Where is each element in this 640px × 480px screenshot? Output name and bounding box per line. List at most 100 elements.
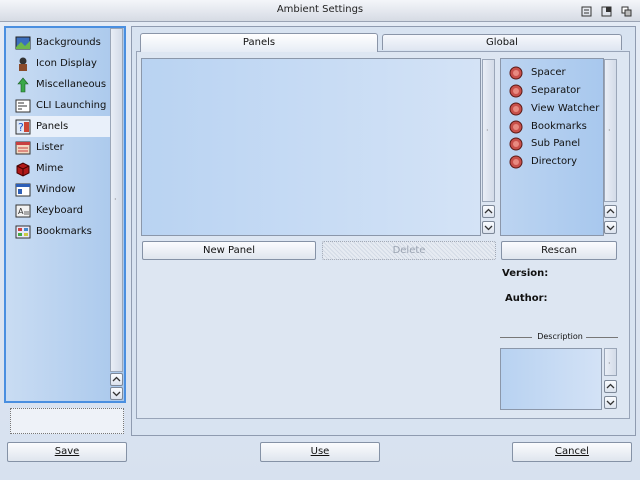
category-item-cli-launching[interactable]: CLI Launching	[10, 95, 110, 116]
title-bar: Ambient Settings	[0, 0, 640, 22]
plugin-label: Sub Panel	[531, 138, 581, 149]
plugin-bulb-icon	[509, 66, 523, 79]
category-label: Icon Display	[36, 58, 97, 69]
save-button-label: Save	[54, 446, 80, 457]
category-label: Panels	[36, 121, 69, 132]
cancel-button-label: Cancel	[555, 446, 589, 457]
category-item-keyboard[interactable]: A Keyboard	[10, 200, 110, 221]
description-scrollbar[interactable]: ·	[604, 348, 617, 376]
plugin-label: Bookmarks	[531, 121, 587, 132]
use-button[interactable]: Use	[260, 442, 380, 462]
category-label: Miscellaneous	[36, 79, 107, 90]
description-divider-right	[586, 337, 618, 338]
chevron-up-icon	[484, 208, 493, 214]
description-scroll-up-button[interactable]	[604, 380, 617, 393]
scroll-grip: ·	[486, 126, 489, 135]
plugin-item-directory[interactable]: Directory	[509, 153, 577, 170]
version-label: Version:	[502, 268, 549, 279]
svg-text:?: ?	[18, 121, 24, 134]
category-scroll-down-button[interactable]	[110, 387, 123, 400]
category-item-miscellaneous[interactable]: Miscellaneous	[10, 74, 110, 95]
backgrounds-icon	[14, 34, 32, 52]
category-item-lister[interactable]: Lister	[10, 137, 110, 158]
iconify-icon[interactable]	[598, 3, 614, 19]
plugin-label: Spacer	[531, 67, 566, 78]
category-label: Lister	[36, 142, 64, 153]
depth-icon[interactable]	[618, 3, 634, 19]
plugin-bulb-icon	[509, 155, 523, 168]
chevron-up-icon	[606, 208, 615, 214]
category-label: Bookmarks	[36, 226, 92, 237]
plugin-scroll-down-button[interactable]	[604, 221, 617, 234]
panel-list-scrollbar[interactable]: ·	[482, 59, 495, 202]
window-title: Ambient Settings	[276, 4, 364, 15]
category-item-window[interactable]: Window	[10, 179, 110, 200]
category-label: Backgrounds	[36, 37, 101, 48]
category-item-icon-display[interactable]: Icon Display	[10, 53, 110, 74]
panel-scroll-up-button[interactable]	[482, 205, 495, 218]
plugin-item-bookmarks[interactable]: Bookmarks	[509, 118, 587, 135]
category-item-mime[interactable]: Mime	[10, 158, 110, 179]
plugin-item-view-watcher[interactable]: View Watcher	[509, 100, 599, 117]
plugin-bulb-icon	[509, 102, 523, 115]
plugin-bulb-icon	[509, 137, 523, 150]
bookmarks-icon	[14, 223, 32, 241]
category-item-panels[interactable]: ? Panels	[10, 116, 110, 137]
chevron-up-icon	[112, 376, 121, 382]
save-button[interactable]: Save	[7, 442, 127, 462]
miscellaneous-icon	[14, 76, 32, 94]
scroll-grip: ·	[114, 195, 117, 204]
description-label: Description	[537, 332, 583, 341]
plugin-label: View Watcher	[531, 103, 600, 114]
plugin-item-spacer[interactable]: Spacer	[509, 64, 566, 81]
author-label: Author:	[505, 293, 548, 304]
chevron-down-icon	[606, 225, 615, 231]
chevron-up-icon	[606, 383, 615, 389]
lister-icon	[14, 139, 32, 157]
category-label: Keyboard	[36, 205, 84, 216]
chevron-down-icon	[484, 225, 493, 231]
scroll-grip: ·	[608, 359, 611, 368]
plugin-item-sub-panel[interactable]: Sub Panel	[509, 135, 580, 152]
description-box[interactable]	[500, 348, 602, 410]
chevron-down-icon	[112, 391, 121, 397]
scroll-grip: ·	[608, 126, 611, 135]
category-item-backgrounds[interactable]: Backgrounds	[10, 32, 110, 53]
icon-display-icon	[14, 55, 32, 73]
mime-icon	[14, 160, 32, 178]
use-button-label: Use	[310, 446, 330, 457]
new-panel-button[interactable]: New Panel	[142, 241, 316, 260]
svg-text:A: A	[18, 207, 24, 216]
category-label: Window	[36, 184, 76, 195]
plugin-list[interactable]: Spacer Separator View Watcher Bookmarks …	[500, 58, 604, 236]
category-label: CLI Launching	[36, 100, 107, 111]
plugin-list-scrollbar[interactable]: ·	[604, 59, 617, 202]
delete-button[interactable]: Delete	[322, 241, 496, 260]
panel-list[interactable]	[141, 58, 481, 236]
category-scrollbar[interactable]: ·	[110, 28, 123, 372]
plugin-label: Directory	[531, 156, 578, 167]
category-action-button[interactable]	[10, 408, 124, 434]
category-label: Mime	[36, 163, 64, 174]
plugin-bulb-icon	[509, 120, 523, 133]
plugin-scroll-up-button[interactable]	[604, 205, 617, 218]
plugin-bulb-icon	[509, 84, 523, 97]
cancel-button[interactable]: Cancel	[512, 442, 632, 462]
rescan-button[interactable]: Rescan	[501, 241, 617, 260]
category-item-bookmarks[interactable]: Bookmarks	[10, 221, 110, 242]
category-list[interactable]: Backgrounds Icon Display Miscellaneous C…	[4, 26, 126, 403]
plugin-item-separator[interactable]: Separator	[509, 82, 580, 99]
menu-icon[interactable]	[578, 3, 594, 19]
panels-icon: ?	[14, 118, 32, 136]
description-divider-left	[500, 337, 532, 338]
description-scroll-down-button[interactable]	[604, 396, 617, 409]
category-scroll-up-button[interactable]	[110, 373, 123, 386]
tab-panels[interactable]: Panels	[140, 33, 378, 52]
chevron-down-icon	[606, 400, 615, 406]
window-icon	[14, 181, 32, 199]
keyboard-icon: A	[14, 202, 32, 220]
panel-scroll-down-button[interactable]	[482, 221, 495, 234]
plugin-label: Separator	[531, 85, 581, 96]
cli-launching-icon	[14, 97, 32, 115]
tab-global[interactable]: Global	[382, 34, 622, 50]
